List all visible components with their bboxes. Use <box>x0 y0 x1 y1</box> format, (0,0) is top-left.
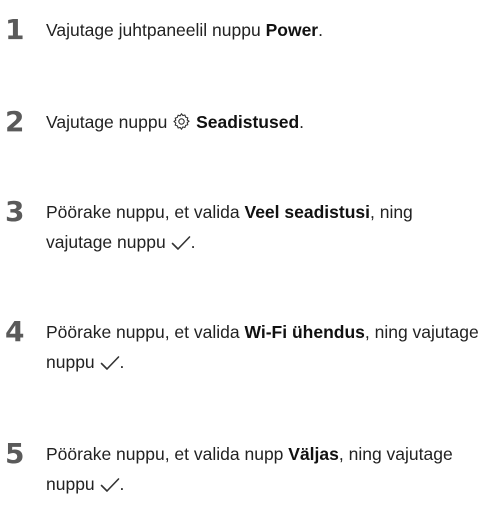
instruction-text: . <box>318 20 323 40</box>
instruction-text: Pöörake nuppu, et valida <box>46 322 245 342</box>
instruction-text: . <box>119 474 125 494</box>
checkmark-icon <box>100 355 120 371</box>
checkmark-icon <box>171 235 191 251</box>
step-number: 2 <box>5 105 25 138</box>
instruction-text: Pöörake nuppu, et valida <box>46 202 245 222</box>
instruction-text: Vajutage juhtpaneelil nuppu <box>46 20 266 40</box>
step-instruction: Pöörake nuppu, et valida Veel seadistusi… <box>46 197 482 257</box>
step-number: 3 <box>5 195 25 228</box>
gear-icon <box>172 112 191 131</box>
step-instruction: Vajutage juhtpaneelil nuppu Power. <box>46 15 482 45</box>
wifi-connection-label: Wi-Fi ühendus <box>244 322 365 342</box>
instruction-text: . <box>190 232 196 252</box>
instruction-text: Vajutage nuppu <box>46 112 173 132</box>
step-number: 5 <box>5 437 25 470</box>
power-button-label: Power <box>265 20 319 40</box>
step-instruction: Pöörake nuppu, et valida Wi-Fi ühendus, … <box>46 317 482 377</box>
checkmark-icon <box>100 477 120 493</box>
instruction-text: . <box>299 112 305 132</box>
step-instruction: Vajutage nuppu Seadistused. <box>46 107 482 137</box>
off-label: Väljas <box>288 444 339 464</box>
instruction-text: . <box>119 352 125 372</box>
step-instruction: Pöörake nuppu, et valida nupp Väljas, ni… <box>46 439 482 499</box>
step-number: 4 <box>5 315 25 348</box>
more-settings-label: Veel seadistusi <box>244 202 370 222</box>
settings-label: Seadistused <box>196 112 300 132</box>
step-number: 1 <box>5 13 25 46</box>
instruction-text: Pöörake nuppu, et valida nupp <box>46 444 289 464</box>
